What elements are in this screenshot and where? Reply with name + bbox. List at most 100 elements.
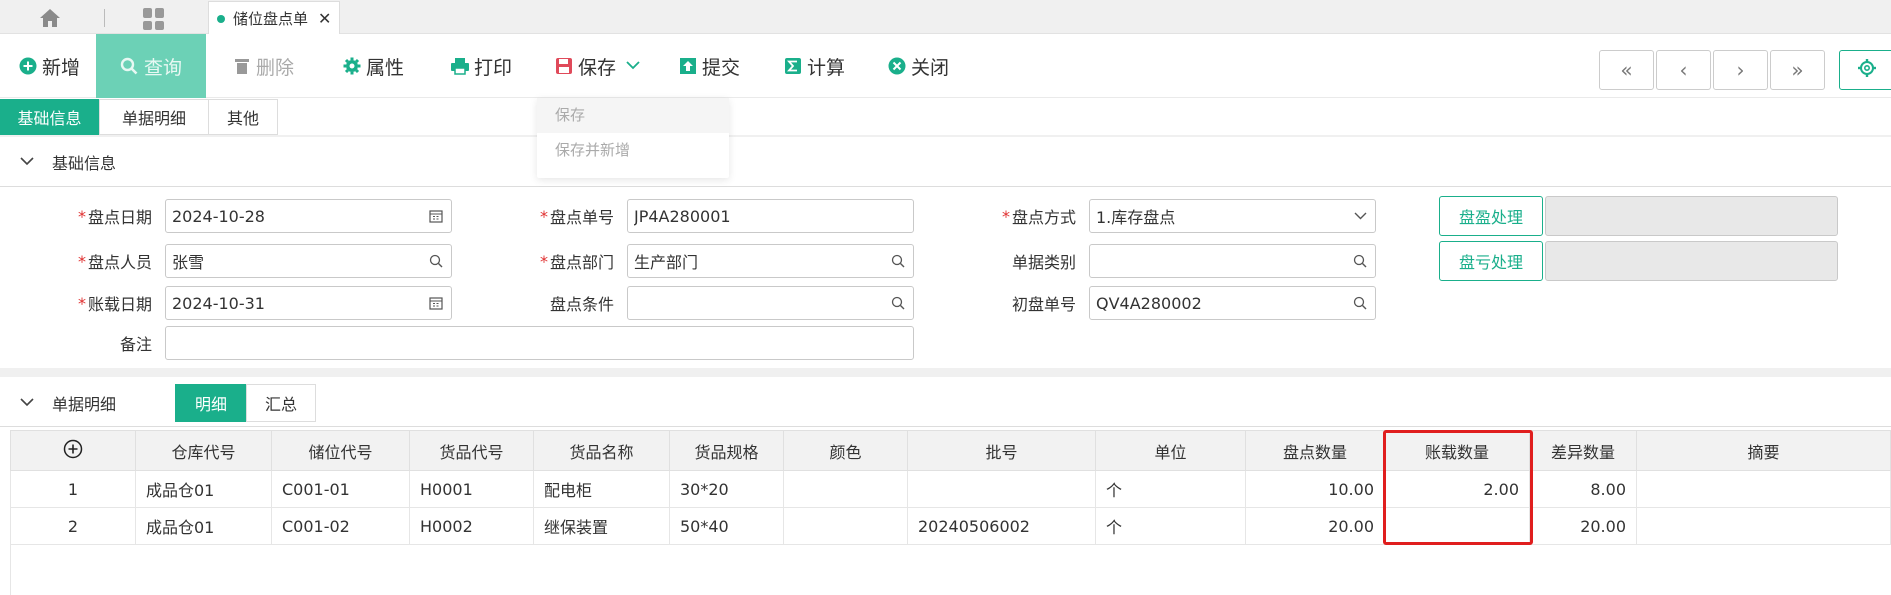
cell-batch[interactable] bbox=[907, 470, 1096, 508]
cell-item-name[interactable]: 继保装置 bbox=[533, 507, 670, 545]
cell-item-name[interactable]: 配电柜 bbox=[533, 470, 670, 508]
cell-memo[interactable] bbox=[1636, 507, 1891, 545]
settings-button[interactable] bbox=[1839, 50, 1891, 90]
prev-icon: ‹ bbox=[1679, 58, 1688, 82]
submit-button[interactable]: 提交 bbox=[678, 34, 740, 98]
cell-unit[interactable]: 个 bbox=[1095, 507, 1246, 545]
section-title: 单据明细 bbox=[52, 395, 117, 414]
search-icon[interactable] bbox=[883, 254, 913, 268]
menu-item-save-and-new[interactable]: 保存并新增 bbox=[537, 133, 729, 168]
tab-other[interactable]: 其他 bbox=[208, 99, 278, 135]
apps-grid-icon[interactable] bbox=[143, 8, 165, 30]
col-warehouse[interactable]: 仓库代号 bbox=[135, 430, 272, 471]
tab-detail-label: 明细 bbox=[194, 395, 227, 414]
table-header-row: 仓库代号 储位代号 货品代号 货品名称 货品规格 颜色 批号 单位 盘点数量 账… bbox=[10, 430, 1891, 471]
table-row[interactable]: 2 成品仓01 C001-02 H0002 继保装置 50*40 2024050… bbox=[10, 507, 1891, 545]
col-count-qty[interactable]: 盘点数量 bbox=[1245, 430, 1385, 471]
col-location[interactable]: 储位代号 bbox=[271, 430, 410, 471]
query-button[interactable]: 查询 bbox=[96, 34, 206, 98]
stocktake-no-field[interactable]: JP4A280001 bbox=[627, 199, 914, 233]
last-record-button[interactable]: » bbox=[1770, 50, 1825, 90]
cell-memo[interactable] bbox=[1636, 470, 1891, 508]
menu-item-save[interactable]: 保存 bbox=[537, 98, 729, 133]
cell-location[interactable]: C001-02 bbox=[271, 507, 410, 545]
col-unit[interactable]: 单位 bbox=[1095, 430, 1246, 471]
date-label: * 盘点日期 bbox=[77, 206, 152, 228]
cell-diff-qty[interactable]: 8.00 bbox=[1529, 470, 1637, 508]
cond-field[interactable] bbox=[627, 286, 914, 320]
upload-icon bbox=[678, 57, 697, 76]
submit-label: 提交 bbox=[702, 56, 741, 79]
tab-summary[interactable]: 汇总 bbox=[246, 384, 316, 422]
cell-color[interactable] bbox=[783, 507, 908, 545]
cell-color[interactable] bbox=[783, 470, 908, 508]
stocktake-date-field[interactable]: 2024-10-28 bbox=[165, 199, 452, 233]
close-tab-icon[interactable]: ✕ bbox=[318, 9, 331, 28]
save-label: 保存 bbox=[578, 56, 617, 79]
search-icon[interactable] bbox=[1345, 296, 1375, 310]
person-field[interactable]: 张雪 bbox=[165, 244, 452, 278]
close-button[interactable]: 关闭 bbox=[887, 34, 949, 98]
search-icon[interactable] bbox=[883, 296, 913, 310]
col-item-spec[interactable]: 货品规格 bbox=[669, 430, 784, 471]
cell-count-qty[interactable]: 20.00 bbox=[1245, 507, 1385, 545]
cell-batch[interactable]: 20240506002 bbox=[907, 507, 1096, 545]
home-icon[interactable] bbox=[38, 8, 62, 28]
basic-info-header[interactable]: 基础信息 bbox=[0, 148, 1891, 176]
tab-detail[interactable]: 明细 bbox=[175, 384, 247, 422]
chevron-down-icon[interactable] bbox=[626, 58, 640, 74]
col-color[interactable]: 颜色 bbox=[783, 430, 908, 471]
tab-doc-detail-label: 单据明细 bbox=[121, 109, 186, 128]
first-record-button[interactable]: « bbox=[1599, 50, 1654, 90]
properties-button[interactable]: 属性 bbox=[342, 34, 404, 98]
cell-item-spec[interactable]: 30*20 bbox=[669, 470, 784, 508]
search-icon[interactable] bbox=[1345, 254, 1375, 268]
collapse-chevron-icon[interactable] bbox=[20, 154, 34, 170]
calendar-icon[interactable] bbox=[421, 296, 451, 310]
remark-field[interactable] bbox=[165, 326, 914, 360]
chevron-down-icon[interactable] bbox=[1345, 212, 1375, 220]
highlight-box-book-qty bbox=[1383, 430, 1533, 545]
col-item-name[interactable]: 货品名称 bbox=[533, 430, 670, 471]
prev-record-button[interactable]: ‹ bbox=[1656, 50, 1711, 90]
calculate-button[interactable]: 计算 bbox=[783, 34, 845, 98]
cell-unit[interactable]: 个 bbox=[1095, 470, 1246, 508]
col-diff-qty[interactable]: 差异数量 bbox=[1529, 430, 1637, 471]
gain-process-button[interactable]: 盘盈处理 bbox=[1439, 196, 1543, 236]
cell-item-spec[interactable]: 50*40 bbox=[669, 507, 784, 545]
doc-type-field[interactable] bbox=[1089, 244, 1376, 278]
loss-process-button[interactable]: 盘亏处理 bbox=[1439, 241, 1543, 281]
row-index: 1 bbox=[10, 470, 136, 508]
cell-item-code[interactable]: H0001 bbox=[409, 470, 534, 508]
tab-stocktake-doc[interactable]: 储位盘点单 ✕ bbox=[208, 1, 340, 35]
col-memo[interactable]: 摘要 bbox=[1636, 430, 1891, 471]
add-row-button[interactable] bbox=[10, 430, 136, 471]
dept-field[interactable]: 生产部门 bbox=[627, 244, 914, 278]
delete-button[interactable]: 删除 bbox=[232, 34, 294, 98]
next-record-button[interactable]: › bbox=[1713, 50, 1768, 90]
tab-doc-detail[interactable]: 单据明细 bbox=[99, 99, 209, 135]
init-no-field[interactable]: QV4A280002 bbox=[1089, 286, 1376, 320]
active-dot-icon bbox=[217, 14, 225, 23]
collapse-chevron-icon[interactable] bbox=[20, 395, 34, 411]
cell-warehouse[interactable]: 成品仓01 bbox=[135, 507, 272, 545]
save-button[interactable]: 保存 bbox=[554, 34, 640, 98]
method-select[interactable]: 1.库存盘点 bbox=[1089, 199, 1376, 233]
search-icon[interactable] bbox=[421, 254, 451, 268]
cell-item-code[interactable]: H0002 bbox=[409, 507, 534, 545]
floppy-icon bbox=[554, 57, 573, 76]
cell-diff-qty[interactable]: 20.00 bbox=[1529, 507, 1637, 545]
dept-label: * 盘点部门 bbox=[539, 251, 614, 273]
col-batch[interactable]: 批号 bbox=[907, 430, 1096, 471]
tab-basic-info[interactable]: 基础信息 bbox=[0, 99, 99, 135]
cell-warehouse[interactable]: 成品仓01 bbox=[135, 470, 272, 508]
cell-location[interactable]: C001-01 bbox=[271, 470, 410, 508]
add-button[interactable]: 新增 bbox=[18, 34, 80, 98]
calendar-icon[interactable] bbox=[421, 209, 451, 223]
print-label: 打印 bbox=[474, 56, 513, 79]
table-row[interactable]: 1 成品仓01 C001-01 H0001 配电柜 30*20 个 10.00 … bbox=[10, 470, 1891, 508]
acct-date-field[interactable]: 2024-10-31 bbox=[165, 286, 452, 320]
cell-count-qty[interactable]: 10.00 bbox=[1245, 470, 1385, 508]
col-item-code[interactable]: 货品代号 bbox=[409, 430, 534, 471]
print-button[interactable]: 打印 bbox=[450, 34, 512, 98]
